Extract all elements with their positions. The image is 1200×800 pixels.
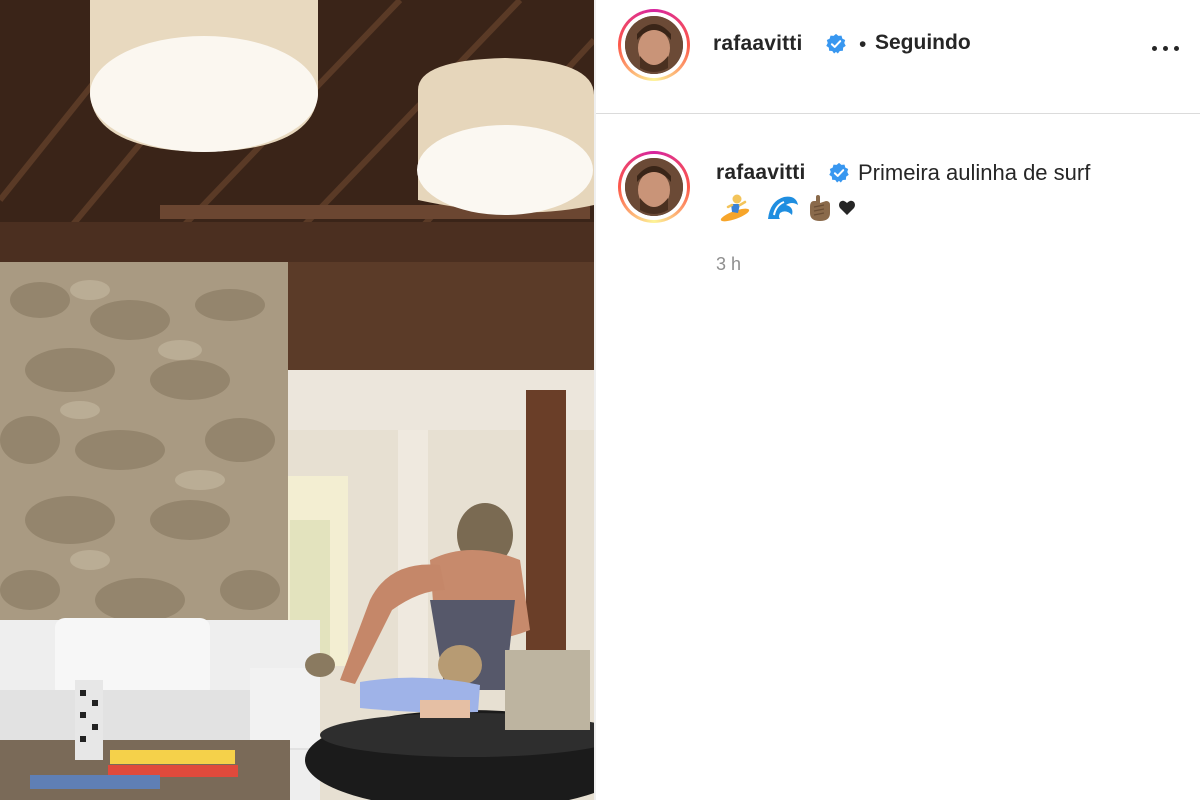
more-options-icon[interactable] — [1148, 38, 1188, 58]
caption-username[interactable]: rafaavitti — [716, 161, 806, 185]
header-separator: • — [859, 33, 867, 56]
caption-emojis — [718, 191, 856, 225]
post-timestamp[interactable]: 3 h — [716, 254, 741, 275]
wave-emoji — [768, 196, 798, 219]
hand-emoji — [810, 195, 830, 221]
heart-emoji — [839, 200, 855, 215]
verified-badge-icon — [826, 33, 846, 54]
header-username[interactable]: rafaavitti — [713, 32, 803, 56]
avatar-photo — [625, 16, 683, 74]
post-photo — [0, 0, 594, 800]
surfer-emoji — [720, 194, 750, 222]
avatar-face — [625, 16, 683, 74]
following-button[interactable]: Seguindo — [875, 31, 971, 55]
post-header: rafaavitti • Seguindo — [596, 0, 1200, 114]
avatar-face — [625, 158, 683, 216]
caption-text: Primeira aulinha de surf — [858, 160, 1091, 185]
caption-avatar[interactable] — [618, 151, 690, 223]
post-side-panel: rafaavitti • Seguindo rafaavitti Primeir… — [596, 0, 1200, 800]
avatar-photo — [625, 158, 683, 216]
verified-badge-icon — [829, 162, 849, 183]
post-image[interactable] — [0, 0, 594, 800]
header-avatar[interactable] — [618, 9, 690, 81]
